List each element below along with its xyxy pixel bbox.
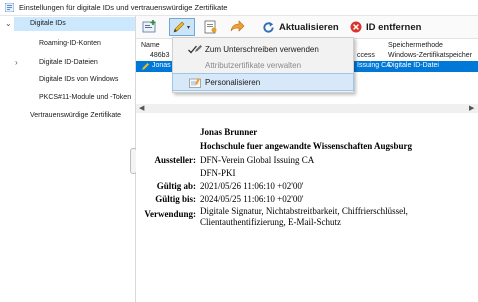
title-bar: Einstellungen für digitale IDs und vertr… bbox=[0, 0, 478, 16]
sidebar-item-pkcs11[interactable]: PKCS#11-Module und -Token bbox=[39, 94, 131, 101]
use-id-dropdown-menu: Zum Unterschreiben verwenden Attributzer… bbox=[172, 37, 354, 93]
menu-item-personalize[interactable]: Personalisieren bbox=[172, 73, 354, 91]
pen-icon bbox=[195, 45, 202, 52]
scroll-left-icon[interactable]: ◀ bbox=[139, 104, 144, 112]
window-title: Einstellungen für digitale IDs und vertr… bbox=[19, 3, 228, 12]
usage-value: Digitale Signatur, Nichtabstreitbarkeit,… bbox=[200, 206, 408, 216]
pen-icon bbox=[173, 21, 185, 33]
chevron-right-icon[interactable]: › bbox=[15, 58, 18, 67]
app-icon bbox=[5, 3, 14, 12]
valid-to-value: 2024/05/25 11:06:10 +02'00' bbox=[200, 194, 304, 204]
menu-item-label: Zum Unterschreiben verwenden bbox=[205, 45, 319, 54]
use-id-options-button[interactable]: ▾ bbox=[169, 18, 195, 36]
issuer-value-2: DFN-PKI bbox=[200, 168, 236, 178]
remove-icon bbox=[350, 21, 362, 33]
valid-to-label: Gültig bis: bbox=[155, 194, 196, 204]
menu-item-attribute-certificates[interactable]: Attributzertifikate verwalten bbox=[173, 57, 353, 73]
sidebar: ⌄ Digitale IDs Roaming-ID-Konten › Digit… bbox=[0, 16, 136, 302]
remove-id-label: ID entfernen bbox=[366, 21, 422, 33]
id-pen-icon bbox=[142, 63, 149, 70]
usage-label: Verwendung: bbox=[144, 209, 196, 219]
sidebar-item-label: Digitale ID-Dateien bbox=[39, 59, 98, 66]
valid-from-value: 2021/05/26 11:06:10 +02'00' bbox=[200, 181, 304, 191]
export-button[interactable] bbox=[229, 18, 245, 36]
sidebar-item-id-dateien[interactable]: Digitale ID-Dateien bbox=[39, 59, 98, 66]
sidebar-item-roaming[interactable]: Roaming-ID-Konten bbox=[39, 40, 101, 47]
refresh-label: Aktualisieren bbox=[279, 21, 339, 33]
export-arrow-icon bbox=[230, 20, 245, 32]
row-method: Windows-Zertifikatspeicher bbox=[388, 52, 473, 59]
row-name: Jonas bbox=[152, 62, 171, 69]
chevron-down-icon[interactable]: ⌄ bbox=[5, 19, 12, 28]
scroll-right-icon[interactable]: ▶ bbox=[469, 104, 474, 112]
column-header-method[interactable]: Speichermethode bbox=[388, 42, 443, 49]
dropdown-arrow-icon: ▾ bbox=[187, 24, 191, 31]
certificate-icon bbox=[204, 20, 217, 34]
issuer-label: Aussteller: bbox=[154, 155, 197, 165]
toolbar: ▾ Aktualisieren ID entfernen bbox=[136, 16, 478, 39]
sidebar-item-label: Digitale IDs bbox=[30, 20, 66, 27]
add-id-button[interactable] bbox=[142, 18, 158, 36]
refresh-icon bbox=[263, 21, 274, 33]
holder-organization: Hochschule fuer angewandte Wissenschafte… bbox=[200, 141, 413, 151]
sidebar-item-digitale-ids[interactable]: Digitale IDs bbox=[14, 17, 135, 31]
sidebar-item-label: Roaming-ID-Konten bbox=[39, 40, 101, 47]
row-issuer: ccess bbox=[357, 52, 375, 59]
certificate-details-button[interactable] bbox=[203, 18, 219, 36]
row-name: 486b3 bbox=[150, 52, 170, 59]
sidebar-item-label: Digitale IDs von Windows bbox=[39, 76, 119, 83]
refresh-button[interactable]: Aktualisieren bbox=[262, 18, 339, 36]
sidebar-item-trusted-certs[interactable]: Vertrauenswürdige Zertifikate bbox=[30, 112, 121, 119]
menu-item-use-for-signing[interactable]: Zum Unterschreiben verwenden bbox=[173, 41, 353, 57]
holder-name: Jonas Brunner bbox=[200, 127, 258, 137]
sidebar-item-windows-ids[interactable]: Digitale IDs von Windows bbox=[39, 76, 118, 83]
row-issuer: Issuing CA bbox=[357, 62, 391, 69]
column-header-name[interactable]: Name bbox=[141, 42, 160, 49]
personalize-icon bbox=[189, 78, 201, 88]
horizontal-scrollbar[interactable]: ◀ ▶ bbox=[136, 104, 478, 113]
sidebar-item-label: PKCS#11-Module und -Token bbox=[39, 94, 132, 101]
usage-value-2: Clientauthentifizierung, E-Mail-Schutz bbox=[200, 217, 341, 227]
menu-item-label: Personalisieren bbox=[205, 78, 261, 87]
menu-item-label: Attributzertifikate verwalten bbox=[205, 61, 302, 70]
issuer-value: DFN-Verein Global Issuing CA bbox=[200, 155, 315, 165]
sidebar-item-label: Vertrauenswürdige Zertifikate bbox=[30, 112, 122, 119]
remove-id-button[interactable]: ID entfernen bbox=[350, 18, 421, 36]
add-id-icon bbox=[142, 20, 156, 33]
row-method: Digitale ID-Datei bbox=[388, 62, 439, 69]
valid-from-label: Gültig ab: bbox=[156, 181, 196, 191]
